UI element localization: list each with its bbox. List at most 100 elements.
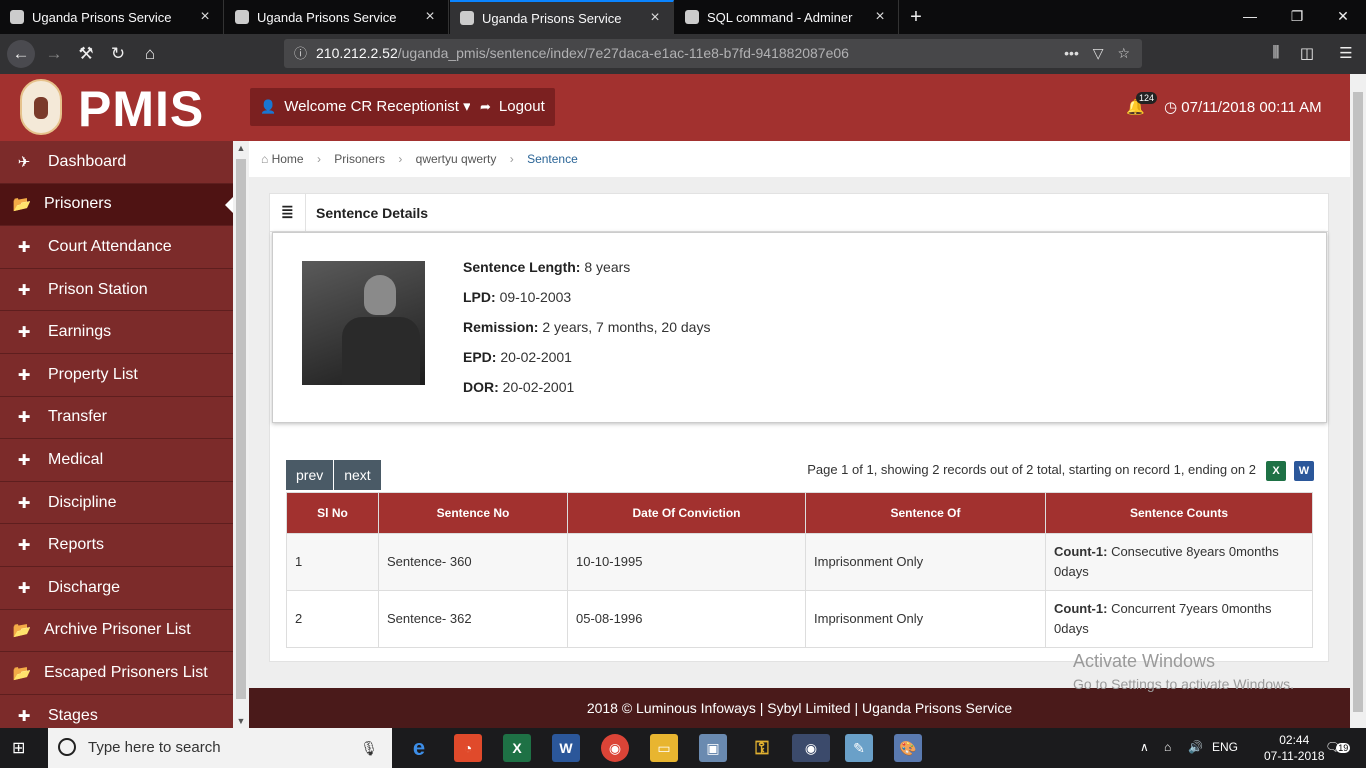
notepad-icon[interactable]: ✎ — [845, 734, 873, 762]
image-viewer-icon[interactable]: ▣ — [699, 734, 727, 762]
home-icon[interactable]: ⌂ — [138, 42, 162, 66]
sidebar-item-label: Discharge — [48, 578, 121, 596]
share-arrow-icon: ➦ — [480, 99, 491, 114]
scroll-up-icon[interactable]: ▲ — [233, 143, 249, 153]
url-bar[interactable]: ⓘ 210.212.2.52/uganda_pmis/sentence/inde… — [284, 39, 1142, 68]
taskbar-search[interactable]: Type here to search 🎙 — [48, 728, 392, 768]
excel-icon[interactable]: X — [503, 734, 531, 762]
detail-lpd: LPD: 09-10-2003 — [463, 289, 572, 305]
network-icon[interactable]: ⌂ — [1164, 740, 1171, 754]
welcome-user-dropdown[interactable]: 👤 Welcome CR Receptionist ▾ — [250, 88, 481, 126]
minimize-icon[interactable]: — — [1240, 8, 1260, 24]
sidebar-item-medical[interactable]: ✚ Medical — [0, 439, 233, 482]
prisoner-summary-card: Sentence Length: 8 years LPD: 09-10-2003… — [272, 232, 1327, 423]
browser-nav-bar: ← → ⚒ ↻ ⌂ ⓘ 210.212.2.52/uganda_pmis/sen… — [0, 34, 1366, 74]
close-tab-icon[interactable]: × — [197, 8, 213, 26]
close-tab-icon[interactable]: × — [647, 9, 663, 27]
sidebar-item-prisoners[interactable]: 📂 Prisoners — [0, 183, 233, 227]
wrench-icon[interactable]: ⚒ — [74, 42, 98, 66]
sidebar-item-label: Reports — [48, 536, 105, 554]
tab-label: Uganda Prisons Service — [32, 9, 172, 25]
page-scrollbar[interactable] — [1350, 74, 1366, 728]
sentence-details: Sentence Length: 8 years LPD: 09-10-2003… — [463, 259, 710, 409]
chrome-icon[interactable]: ◉ — [601, 734, 629, 762]
sidebar-item-label: Prisoners — [44, 195, 112, 213]
sidebar-item-discipline[interactable]: ✚ Discipline — [0, 482, 233, 525]
notifications-bell[interactable]: 🔔 124 — [1126, 92, 1158, 116]
excel-export-icon[interactable]: X — [1266, 461, 1286, 481]
browser-tab[interactable]: SQL command - Adminer × — [675, 0, 899, 34]
pocket-icon[interactable]: ▽ — [1093, 45, 1104, 61]
next-button[interactable]: next — [334, 460, 381, 490]
forward-icon[interactable]: → — [42, 42, 66, 66]
new-tab-icon[interactable]: + — [905, 6, 927, 29]
watermark-subtitle: Go to Settings to activate Windows. — [1073, 676, 1294, 692]
breadcrumb-prisoner-name[interactable]: qwertyu qwerty — [416, 152, 497, 166]
tab-label: Uganda Prisons Service — [257, 9, 397, 25]
sidebar-item-court-attendance[interactable]: ✚ Court Attendance — [0, 226, 233, 269]
scroll-thumb[interactable] — [236, 159, 246, 699]
scroll-down-icon[interactable]: ▼ — [233, 716, 249, 726]
browser-tab[interactable]: Uganda Prisons Service × — [225, 0, 449, 34]
scroll-thumb[interactable] — [1353, 92, 1363, 712]
app-logo[interactable]: PMIS — [78, 80, 204, 138]
close-tab-icon[interactable]: × — [872, 8, 888, 26]
paint-icon[interactable]: ◔ — [454, 734, 482, 762]
windows-start-icon[interactable]: ⊞ — [12, 738, 32, 758]
bookmark-star-icon[interactable]: ☆ — [1117, 45, 1130, 61]
edge-icon[interactable]: e — [405, 734, 433, 762]
sidebar-item-earnings[interactable]: ✚ Earnings — [0, 311, 233, 354]
list-menu-icon[interactable]: ≣ — [270, 193, 306, 232]
col-sentence-no[interactable]: Sentence No — [378, 492, 568, 534]
language-indicator[interactable]: ENG — [1212, 740, 1238, 754]
sidebar-item-reports[interactable]: ✚ Reports — [0, 524, 233, 567]
sidebar-item-escaped-prisoners-list[interactable]: 📂 Escaped Prisoners List — [0, 652, 233, 695]
sidebar-item-stages[interactable]: ✚ Stages — [0, 695, 233, 728]
restore-icon[interactable]: ❐ — [1287, 8, 1307, 25]
volume-icon[interactable]: 🔊 — [1188, 740, 1203, 754]
logout-button[interactable]: ➦ Logout — [470, 88, 555, 126]
chevron-right-icon: › — [398, 152, 403, 166]
sidebar-item-archive-prisoner-list[interactable]: 📂 Archive Prisoner List — [0, 610, 233, 653]
browser-tab[interactable]: Uganda Prisons Service × — [0, 0, 224, 34]
col-sentence-of[interactable]: Sentence Of — [805, 492, 1046, 534]
pagination-info: Page 1 of 1, showing 2 records out of 2 … — [807, 462, 1256, 477]
page-actions-icon[interactable]: ••• — [1064, 45, 1079, 61]
action-center-icon[interactable]: 🗨19 — [1325, 740, 1351, 754]
sidebar-item-dashboard[interactable]: ✈ Dashboard — [0, 141, 233, 184]
taskbar-clock[interactable]: 02:44 07-11-2018 — [1264, 732, 1325, 764]
col-date-of-conviction[interactable]: Date Of Conviction — [567, 492, 806, 534]
info-icon[interactable]: ⓘ — [294, 39, 307, 68]
firefox-icon[interactable]: ◉ — [792, 734, 830, 762]
col-sentence-counts[interactable]: Sentence Counts — [1045, 492, 1313, 534]
library-icon[interactable]: ⫼ — [1266, 44, 1286, 61]
sidebar-toggle-icon[interactable]: ◫ — [1297, 44, 1317, 62]
word-icon[interactable]: W — [552, 734, 580, 762]
sidebar-scrollbar[interactable]: ▲ ▼ — [233, 141, 249, 728]
clock-time: 02:44 — [1279, 733, 1310, 747]
close-window-icon[interactable]: ✕ — [1333, 8, 1353, 25]
sidebar-item-prison-station[interactable]: ✚ Prison Station — [0, 269, 233, 312]
file-explorer-icon[interactable]: ▭ — [650, 734, 678, 762]
key-icon[interactable]: ⚿ — [748, 734, 776, 762]
microphone-icon[interactable]: 🎙 — [360, 728, 378, 768]
breadcrumb-home[interactable]: Home — [272, 152, 304, 166]
col-sl-no[interactable]: Sl No — [286, 492, 379, 534]
sidebar-item-discharge[interactable]: ✚ Discharge — [0, 567, 233, 610]
sidebar-item-transfer[interactable]: ✚ Transfer — [0, 397, 233, 440]
tab-label: SQL command - Adminer — [707, 9, 853, 25]
close-tab-icon[interactable]: × — [422, 8, 438, 26]
paint-palette-icon[interactable]: 🎨 — [894, 734, 922, 762]
table-row: 2 Sentence- 362 05-08-1996 Imprisonment … — [286, 590, 1313, 648]
breadcrumb-prisoners[interactable]: Prisoners — [334, 152, 385, 166]
tray-chevron-icon[interactable]: ∧ — [1140, 740, 1149, 754]
sidebar-item-property-list[interactable]: ✚ Property List — [0, 354, 233, 397]
hamburger-menu-icon[interactable]: ☰ — [1336, 44, 1356, 62]
back-icon[interactable]: ← — [7, 40, 35, 68]
word-export-icon[interactable]: W — [1294, 461, 1314, 481]
sidebar-item-label: Earnings — [48, 323, 112, 341]
browser-tab-active[interactable]: Uganda Prisons Service × — [450, 0, 674, 34]
reload-icon[interactable]: ↻ — [106, 42, 130, 66]
url-host: 210.212.2.52 — [316, 45, 398, 61]
prev-button[interactable]: prev — [286, 460, 334, 490]
